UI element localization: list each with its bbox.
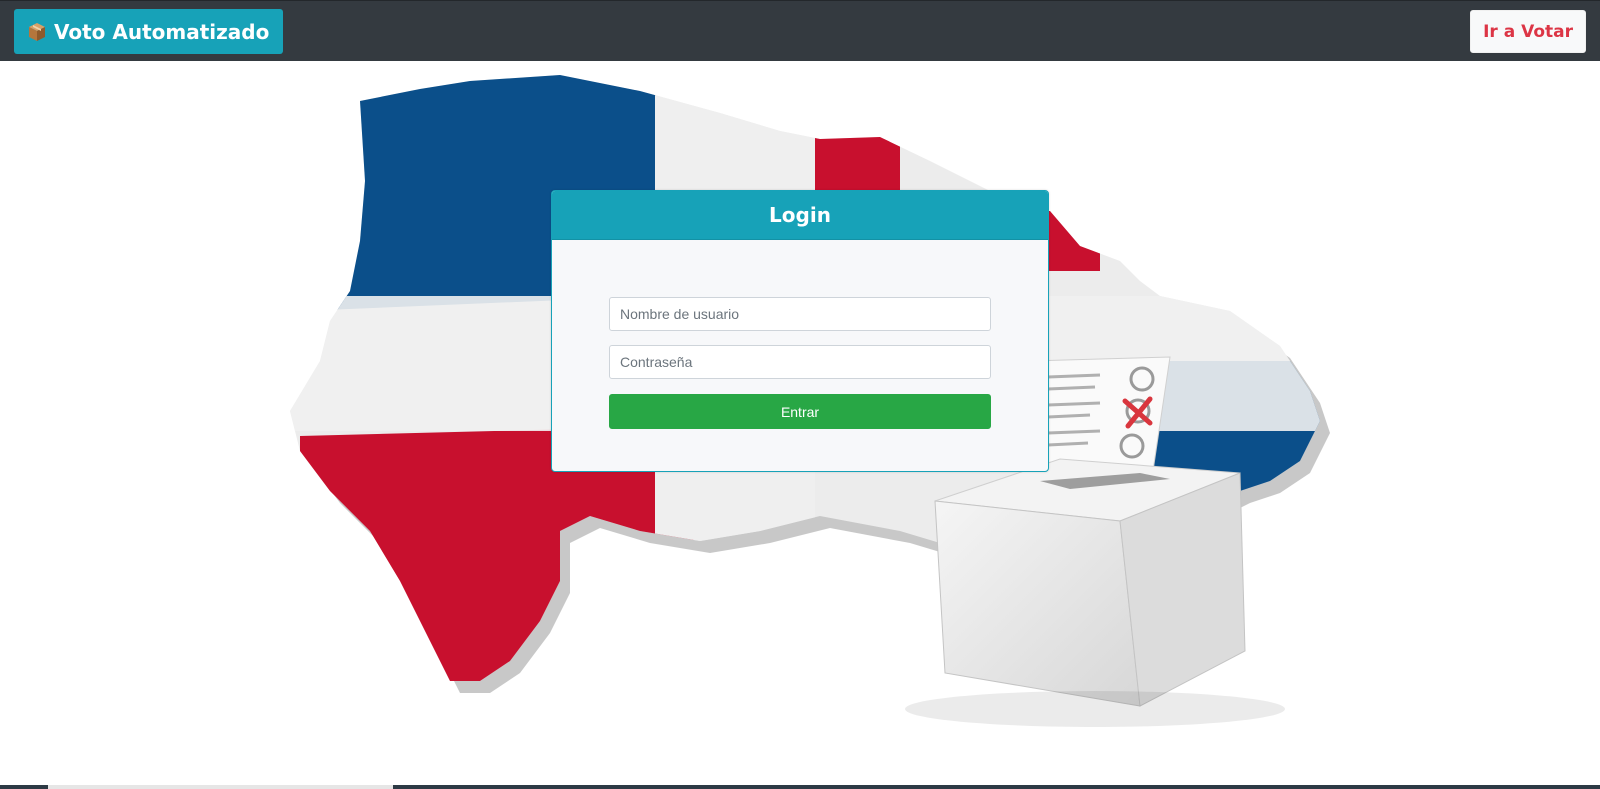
top-navbar: Voto Automatizado Ir a Votar	[0, 0, 1600, 61]
bottom-strip-segment	[48, 785, 393, 789]
ballot-box-icon	[29, 22, 45, 41]
brand-label: Voto Automatizado	[54, 19, 270, 44]
username-input[interactable]	[609, 297, 991, 331]
go-vote-button[interactable]: Ir a Votar	[1470, 10, 1586, 53]
bottom-strip	[0, 785, 1600, 789]
login-card: Login Entrar	[551, 190, 1049, 472]
password-input[interactable]	[609, 345, 991, 379]
login-title: Login	[552, 191, 1048, 240]
brand-button[interactable]: Voto Automatizado	[14, 9, 284, 54]
login-submit-button[interactable]: Entrar	[609, 394, 991, 429]
